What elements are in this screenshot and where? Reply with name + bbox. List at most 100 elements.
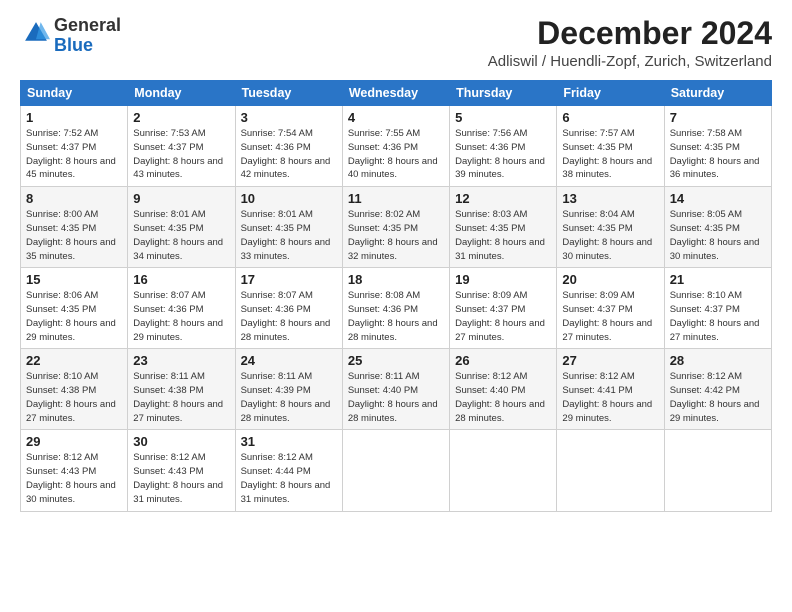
cell-info: Sunrise: 8:11 AMSunset: 4:40 PMDaylight:… — [348, 370, 444, 425]
day-cell-1: 1 Sunrise: 7:52 AMSunset: 4:37 PMDaylight… — [21, 106, 128, 187]
logo-icon — [22, 19, 50, 47]
calendar-body: 1 Sunrise: 7:52 AMSunset: 4:37 PMDaylight… — [21, 106, 772, 511]
day-cell-28: 28 Sunrise: 8:12 AMSunset: 4:42 PMDayligh… — [664, 349, 771, 430]
day-number: 13 — [562, 191, 658, 206]
day-cell-15: 15Sunrise: 8:06 AMSunset: 4:35 PMDayligh… — [21, 268, 128, 349]
day-number: 14 — [670, 191, 766, 206]
col-wednesday: Wednesday — [342, 81, 449, 106]
cell-info: Sunrise: 7:52 AMSunset: 4:37 PMDaylight:… — [26, 127, 122, 182]
location-title: Adliswil / Huendli-Zopf, Zurich, Switzer… — [488, 53, 772, 70]
logo: General Blue — [20, 16, 121, 56]
day-number: 10 — [241, 191, 337, 206]
cell-info: Sunrise: 8:10 AMSunset: 4:38 PMDaylight:… — [26, 370, 122, 425]
day-cell-21: 21Sunrise: 8:10 AMSunset: 4:37 PMDayligh… — [664, 268, 771, 349]
cell-info: Sunrise: 8:07 AMSunset: 4:36 PMDaylight:… — [241, 289, 337, 344]
title-block: December 2024 Adliswil / Huendli-Zopf, Z… — [488, 16, 772, 70]
cell-info: Sunrise: 8:12 AMSunset: 4:44 PMDaylight:… — [241, 451, 337, 506]
cell-info: Sunrise: 8:12 AMSunset: 4:43 PMDaylight:… — [133, 451, 229, 506]
day-number: 30 — [133, 434, 229, 449]
day-number: 5 — [455, 110, 551, 125]
day-number: 29 — [26, 434, 122, 449]
day-number: 3 — [241, 110, 337, 125]
col-sunday: Sunday — [21, 81, 128, 106]
cell-info: Sunrise: 7:55 AMSunset: 4:36 PMDaylight:… — [348, 127, 444, 182]
month-title: December 2024 — [488, 16, 772, 51]
day-cell-24: 24Sunrise: 8:11 AMSunset: 4:39 PMDayligh… — [235, 349, 342, 430]
cell-info: Sunrise: 7:58 AMSunset: 4:35 PMDaylight:… — [670, 127, 766, 182]
day-cell-5: 5 Sunrise: 7:56 AMSunset: 4:36 PMDaylight… — [450, 106, 557, 187]
day-number: 27 — [562, 353, 658, 368]
day-number: 8 — [26, 191, 122, 206]
empty-cell — [557, 430, 664, 511]
cell-info: Sunrise: 7:53 AMSunset: 4:37 PMDaylight:… — [133, 127, 229, 182]
day-number: 12 — [455, 191, 551, 206]
day-cell-19: 19 Sunrise: 8:09 AMSunset: 4:37 PMDayligh… — [450, 268, 557, 349]
day-cell-18: 18 Sunrise: 8:08 AMSunset: 4:36 PMDayligh… — [342, 268, 449, 349]
header: General Blue December 2024 Adliswil / Hu… — [20, 16, 772, 70]
day-cell-30: 30 Sunrise: 8:12 AMSunset: 4:43 PMDayligh… — [128, 430, 235, 511]
empty-cell — [450, 430, 557, 511]
col-saturday: Saturday — [664, 81, 771, 106]
cell-info: Sunrise: 8:12 AMSunset: 4:42 PMDaylight:… — [670, 370, 766, 425]
cell-info: Sunrise: 8:02 AMSunset: 4:35 PMDaylight:… — [348, 208, 444, 263]
cell-info: Sunrise: 7:57 AMSunset: 4:35 PMDaylight:… — [562, 127, 658, 182]
day-cell-12: 12Sunrise: 8:03 AMSunset: 4:35 PMDayligh… — [450, 187, 557, 268]
day-number: 17 — [241, 272, 337, 287]
day-cell-17: 17 Sunrise: 8:07 AMSunset: 4:36 PMDayligh… — [235, 268, 342, 349]
cell-info: Sunrise: 8:05 AMSunset: 4:35 PMDaylight:… — [670, 208, 766, 263]
day-cell-29: 29 Sunrise: 8:12 AMSunset: 4:43 PMDayligh… — [21, 430, 128, 511]
day-number: 9 — [133, 191, 229, 206]
logo-blue-text: Blue — [54, 35, 93, 55]
day-number: 19 — [455, 272, 551, 287]
day-number: 26 — [455, 353, 551, 368]
day-cell-9: 9Sunrise: 8:01 AMSunset: 4:35 PMDaylight… — [128, 187, 235, 268]
cell-info: Sunrise: 7:54 AMSunset: 4:36 PMDaylight:… — [241, 127, 337, 182]
day-cell-31: 31 Sunrise: 8:12 AMSunset: 4:44 PMDayligh… — [235, 430, 342, 511]
day-cell-20: 20 Sunrise: 8:09 AMSunset: 4:37 PMDayligh… — [557, 268, 664, 349]
day-number: 28 — [670, 353, 766, 368]
day-number: 21 — [670, 272, 766, 287]
day-cell-23: 23 Sunrise: 8:11 AMSunset: 4:38 PMDayligh… — [128, 349, 235, 430]
day-number: 11 — [348, 191, 444, 206]
day-cell-6: 6 Sunrise: 7:57 AMSunset: 4:35 PMDaylight… — [557, 106, 664, 187]
day-cell-25: 25Sunrise: 8:11 AMSunset: 4:40 PMDayligh… — [342, 349, 449, 430]
cell-info: Sunrise: 8:04 AMSunset: 4:35 PMDaylight:… — [562, 208, 658, 263]
day-number: 18 — [348, 272, 444, 287]
day-number: 20 — [562, 272, 658, 287]
col-thursday: Thursday — [450, 81, 557, 106]
day-cell-3: 3 Sunrise: 7:54 AMSunset: 4:36 PMDaylight… — [235, 106, 342, 187]
empty-cell — [342, 430, 449, 511]
week-row-4: 22 Sunrise: 8:10 AMSunset: 4:38 PMDayligh… — [21, 349, 772, 430]
day-number: 31 — [241, 434, 337, 449]
calendar-table: Sunday Monday Tuesday Wednesday Thursday… — [20, 80, 772, 511]
day-cell-8: 8Sunrise: 8:00 AMSunset: 4:35 PMDaylight… — [21, 187, 128, 268]
day-cell-16: 16Sunrise: 8:07 AMSunset: 4:36 PMDayligh… — [128, 268, 235, 349]
day-number: 4 — [348, 110, 444, 125]
empty-cell — [664, 430, 771, 511]
page: General Blue December 2024 Adliswil / Hu… — [0, 0, 792, 524]
cell-info: Sunrise: 7:56 AMSunset: 4:36 PMDaylight:… — [455, 127, 551, 182]
week-row-3: 15Sunrise: 8:06 AMSunset: 4:35 PMDayligh… — [21, 268, 772, 349]
cell-info: Sunrise: 8:01 AMSunset: 4:35 PMDaylight:… — [241, 208, 337, 263]
cell-info: Sunrise: 8:08 AMSunset: 4:36 PMDaylight:… — [348, 289, 444, 344]
day-cell-22: 22 Sunrise: 8:10 AMSunset: 4:38 PMDayligh… — [21, 349, 128, 430]
cell-info: Sunrise: 8:12 AMSunset: 4:43 PMDaylight:… — [26, 451, 122, 506]
cell-info: Sunrise: 8:11 AMSunset: 4:39 PMDaylight:… — [241, 370, 337, 425]
day-number: 1 — [26, 110, 122, 125]
day-number: 6 — [562, 110, 658, 125]
cell-info: Sunrise: 8:11 AMSunset: 4:38 PMDaylight:… — [133, 370, 229, 425]
day-number: 7 — [670, 110, 766, 125]
cell-info: Sunrise: 8:09 AMSunset: 4:37 PMDaylight:… — [455, 289, 551, 344]
logo-general-text: General — [54, 15, 121, 35]
week-row-5: 29 Sunrise: 8:12 AMSunset: 4:43 PMDayligh… — [21, 430, 772, 511]
cell-info: Sunrise: 8:12 AMSunset: 4:40 PMDaylight:… — [455, 370, 551, 425]
day-cell-11: 11 Sunrise: 8:02 AMSunset: 4:35 PMDayligh… — [342, 187, 449, 268]
day-cell-26: 26 Sunrise: 8:12 AMSunset: 4:40 PMDayligh… — [450, 349, 557, 430]
header-row: Sunday Monday Tuesday Wednesday Thursday… — [21, 81, 772, 106]
day-number: 16 — [133, 272, 229, 287]
cell-info: Sunrise: 8:09 AMSunset: 4:37 PMDaylight:… — [562, 289, 658, 344]
day-number: 23 — [133, 353, 229, 368]
day-number: 22 — [26, 353, 122, 368]
day-cell-7: 7 Sunrise: 7:58 AMSunset: 4:35 PMDaylight… — [664, 106, 771, 187]
col-friday: Friday — [557, 81, 664, 106]
